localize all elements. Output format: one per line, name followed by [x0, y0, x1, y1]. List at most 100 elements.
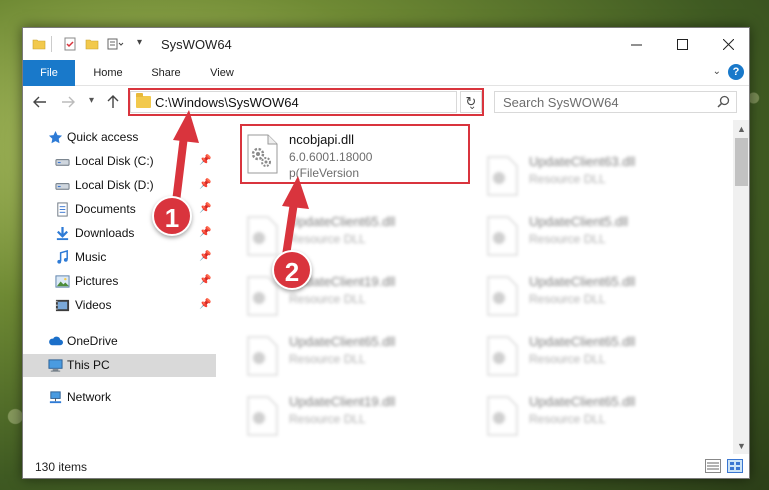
file-name: UpdateClient65.dll [529, 394, 636, 409]
pin-icon[interactable]: 📌 [199, 299, 211, 310]
expand-ribbon-icon[interactable]: ⌄ [713, 66, 721, 77]
minimize-button[interactable] [613, 28, 659, 60]
file-name: UpdateClient65.dll [289, 334, 396, 349]
maximize-icon [676, 38, 688, 50]
file-item[interactable]: UpdateClient63.dll Resource DLL [481, 148, 721, 204]
download-icon [56, 226, 69, 241]
sidebar-item-videos[interactable]: Videos 📌 [23, 294, 216, 317]
pictures-icon [55, 275, 70, 288]
search-input[interactable] [495, 92, 710, 112]
pin-icon[interactable]: 📌 [199, 227, 211, 238]
documents-icon [57, 202, 68, 217]
music-icon [57, 250, 68, 264]
dll-file-icon [487, 276, 518, 316]
file-name: UpdateClient65.dll [289, 214, 396, 229]
cloud-icon [49, 336, 63, 346]
window-title: SysWOW64 [161, 37, 232, 52]
file-description: Resource DLL [289, 232, 366, 246]
help-button[interactable]: ? [728, 64, 744, 80]
navigation-bar: ▾ C:\Windows\SysWOW64 ⌄ ↻ [23, 86, 749, 120]
sidebar-item-quick-access[interactable]: Quick access [23, 126, 216, 149]
file-description: Resource DLL [529, 352, 606, 366]
file-item[interactable]: UpdateClient65.dll Resource DLL [481, 388, 721, 444]
file-description: Resource DLL [529, 232, 606, 246]
sidebar-item-local-disk-d[interactable]: Local Disk (D:) 📌 [23, 174, 216, 197]
file-item[interactable]: UpdateClient65.dll Resource DLL [241, 328, 481, 384]
file-item[interactable]: UpdateClient19.dll Resource DLL [241, 388, 481, 444]
callout-1: 1 [152, 196, 192, 236]
maximize-button[interactable] [659, 28, 705, 60]
new-folder-icon[interactable] [85, 37, 99, 51]
tab-share[interactable]: Share [141, 60, 191, 86]
computer-icon [48, 359, 63, 372]
forward-arrow-icon[interactable] [61, 96, 75, 108]
file-description: Resource DLL [529, 292, 606, 306]
pin-icon[interactable]: 📌 [199, 179, 211, 190]
file-item[interactable]: UpdateClient65.dll Resource DLL [481, 268, 721, 324]
ribbon: File Home Share View ⌄ ? [23, 60, 749, 86]
file-name: UpdateClient19.dll [289, 394, 396, 409]
details-view-icon[interactable] [705, 459, 721, 473]
star-icon [48, 130, 63, 144]
item-count: 130 items [35, 460, 88, 474]
tab-file[interactable]: File [23, 60, 75, 86]
sidebar-item-network[interactable]: Network [23, 386, 216, 409]
drive-icon [55, 183, 70, 190]
up-arrow-icon[interactable] [107, 95, 119, 109]
network-icon [49, 391, 62, 404]
quick-access-dropdown-icon[interactable]: ▾ [137, 37, 142, 48]
sidebar-item-this-pc[interactable]: This PC [23, 354, 216, 377]
close-icon [722, 38, 734, 50]
pin-icon[interactable]: 📌 [199, 203, 211, 214]
sidebar-item-pictures[interactable]: Pictures 📌 [23, 270, 216, 293]
address-highlight-box [128, 88, 484, 116]
file-name: UpdateClient63.dll [529, 154, 636, 169]
tab-view[interactable]: View [197, 60, 247, 86]
videos-icon [55, 299, 70, 312]
dll-file-icon [487, 336, 518, 376]
folder-icon [32, 39, 46, 50]
file-name: UpdateClient65.dll [529, 334, 636, 349]
dll-file-icon [247, 336, 278, 376]
properties-icon[interactable] [63, 37, 77, 51]
status-bar: 130 items [23, 454, 749, 478]
file-highlight-box [240, 124, 470, 184]
dll-file-icon [487, 396, 518, 436]
drive-icon [55, 159, 70, 166]
dll-file-icon [487, 216, 518, 256]
pin-icon[interactable]: 📌 [199, 251, 211, 262]
scroll-up-icon[interactable]: ▲ [733, 120, 749, 137]
dll-file-icon [247, 216, 278, 256]
file-item[interactable]: UpdateClient65.dll Resource DLL [481, 328, 721, 384]
title-divider [51, 36, 52, 52]
callout-2: 2 [272, 250, 312, 290]
recent-locations-icon[interactable]: ▾ [89, 95, 94, 106]
dll-file-icon [247, 396, 278, 436]
file-explorer-window: ▾ SysWOW64 File Home Share View ⌄ ? ▾ C:… [22, 27, 750, 479]
tab-home[interactable]: Home [83, 60, 133, 86]
close-button[interactable] [705, 28, 749, 60]
scroll-thumb[interactable] [735, 138, 748, 186]
file-description: Resource DLL [529, 412, 606, 426]
pin-icon[interactable]: 📌 [199, 275, 211, 286]
title-bar: ▾ SysWOW64 [23, 28, 749, 60]
search-box[interactable] [494, 91, 737, 113]
navigation-pane: Quick access Local Disk (C:) 📌 Local Dis… [23, 124, 216, 454]
scroll-down-icon[interactable]: ▼ [733, 437, 749, 454]
pin-icon[interactable]: 📌 [199, 155, 211, 166]
sidebar-item-music[interactable]: Music 📌 [23, 246, 216, 269]
file-description: Resource DLL [529, 172, 606, 186]
file-description: Resource DLL [289, 352, 366, 366]
sidebar-item-local-disk-c[interactable]: Local Disk (C:) 📌 [23, 150, 216, 173]
search-icon[interactable] [717, 95, 730, 108]
dll-file-icon [487, 156, 518, 196]
file-description: Resource DLL [289, 292, 366, 306]
vertical-scrollbar[interactable]: ▲ ▼ [733, 120, 749, 454]
tiles-view-icon[interactable] [727, 459, 743, 473]
customize-toolbar-icon[interactable] [107, 37, 125, 51]
back-arrow-icon[interactable] [33, 96, 47, 108]
file-item[interactable]: UpdateClient5.dll Resource DLL [481, 208, 721, 264]
file-name: UpdateClient5.dll [529, 214, 629, 229]
sidebar-item-onedrive[interactable]: OneDrive [23, 330, 216, 353]
dll-file-icon [247, 276, 278, 316]
